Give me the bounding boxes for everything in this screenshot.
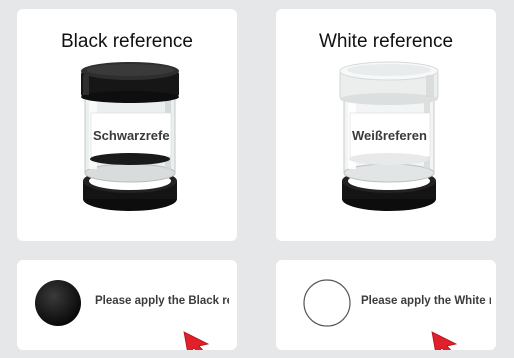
black-circle-icon [35, 280, 81, 326]
white-reference-prompt[interactable]: Please apply the White reference [276, 260, 496, 350]
black-jar-label-text: Schwarzrefe [93, 128, 170, 143]
white-jar-label-text: Weißreferen [352, 128, 427, 143]
black-reference-card[interactable]: Black reference Schwarzrefe [17, 9, 237, 241]
black-reference-prompt[interactable]: Please apply the Black reference [17, 260, 237, 350]
white-reference-instruction: Please apply the White reference [361, 295, 491, 307]
red-pointer-cursor-icon [183, 331, 210, 350]
white-circle-icon [303, 279, 351, 327]
red-pointer-cursor-icon [431, 331, 458, 350]
black-reference-instruction: Please apply the Black reference [95, 295, 229, 307]
white-reference-card[interactable]: White reference Weißreferen [276, 9, 496, 241]
black-reference-jar-image: Schwarzrefe [81, 62, 179, 211]
white-reference-jar-image: Weißreferen [339, 61, 439, 211]
